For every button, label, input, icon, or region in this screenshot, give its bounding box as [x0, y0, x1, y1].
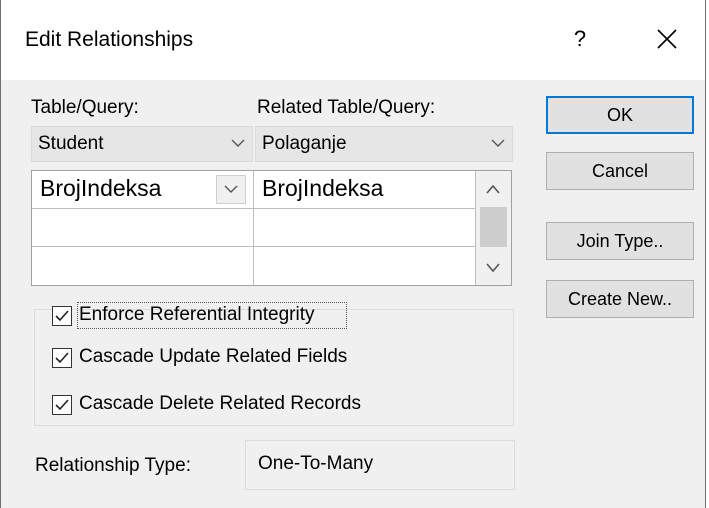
cancel-button[interactable]: Cancel	[546, 152, 694, 190]
cascade-delete-checkbox[interactable]	[52, 395, 72, 415]
join-type-button[interactable]: Join Type..	[546, 222, 694, 260]
related-table-query-value: Polaganje	[262, 133, 347, 154]
close-button[interactable]	[637, 14, 697, 64]
grid-vertical-scrollbar[interactable]	[476, 171, 511, 285]
grid-cell-related-field[interactable]: BrojIndeksa	[254, 171, 476, 209]
relationship-type-label: Relationship Type:	[35, 455, 191, 476]
chevron-down-icon	[491, 139, 505, 147]
field-dropdown-button[interactable]	[216, 175, 246, 204]
relationship-type-value: One-To-Many	[258, 453, 374, 474]
close-icon	[657, 29, 677, 49]
ok-button[interactable]: OK	[546, 96, 694, 134]
grid-related-field-text: BrojIndeksa	[262, 175, 384, 201]
chevron-down-icon	[231, 139, 245, 147]
grid-cell-related-field[interactable]	[254, 209, 476, 247]
grid-field-text: BrojIndeksa	[40, 175, 162, 201]
help-button[interactable]: ?	[557, 14, 603, 64]
related-table-query-combobox[interactable]: Polaganje	[255, 126, 513, 162]
checkmark-icon	[55, 310, 69, 322]
related-table-query-label: Related Table/Query:	[257, 97, 436, 118]
cascade-update-label: Cascade Update Related Fields	[79, 346, 348, 367]
scrollbar-thumb[interactable]	[480, 207, 507, 247]
checkmark-icon	[55, 352, 69, 364]
grid-cell-field[interactable]	[32, 247, 254, 285]
cascade-delete-label: Cascade Delete Related Records	[79, 393, 361, 414]
table-query-combobox[interactable]: Student	[31, 126, 253, 162]
relationship-type-field: One-To-Many	[245, 440, 515, 490]
grid-cell-related-field[interactable]	[254, 247, 476, 285]
enforce-integrity-checkbox[interactable]	[52, 306, 72, 326]
title-bar: Edit Relationships ?	[1, 0, 705, 80]
table-query-label: Table/Query:	[31, 97, 139, 118]
scroll-up-icon[interactable]	[485, 183, 501, 195]
checkmark-icon	[55, 399, 69, 411]
chevron-down-icon	[224, 185, 238, 193]
grid-cell-field[interactable]	[32, 209, 254, 247]
edit-relationships-dialog: Edit Relationships ? Table/Query: Relate…	[0, 0, 706, 508]
field-mapping-grid: BrojIndeksa BrojIndeksa	[31, 170, 512, 286]
scroll-down-icon[interactable]	[485, 261, 501, 273]
dialog-title: Edit Relationships	[25, 28, 194, 51]
enforce-integrity-label: Enforce Referential Integrity	[79, 304, 315, 325]
grid-cell-field[interactable]: BrojIndeksa	[32, 171, 254, 209]
cascade-update-checkbox[interactable]	[52, 348, 72, 368]
create-new-button[interactable]: Create New..	[546, 280, 694, 318]
table-query-value: Student	[38, 133, 104, 154]
